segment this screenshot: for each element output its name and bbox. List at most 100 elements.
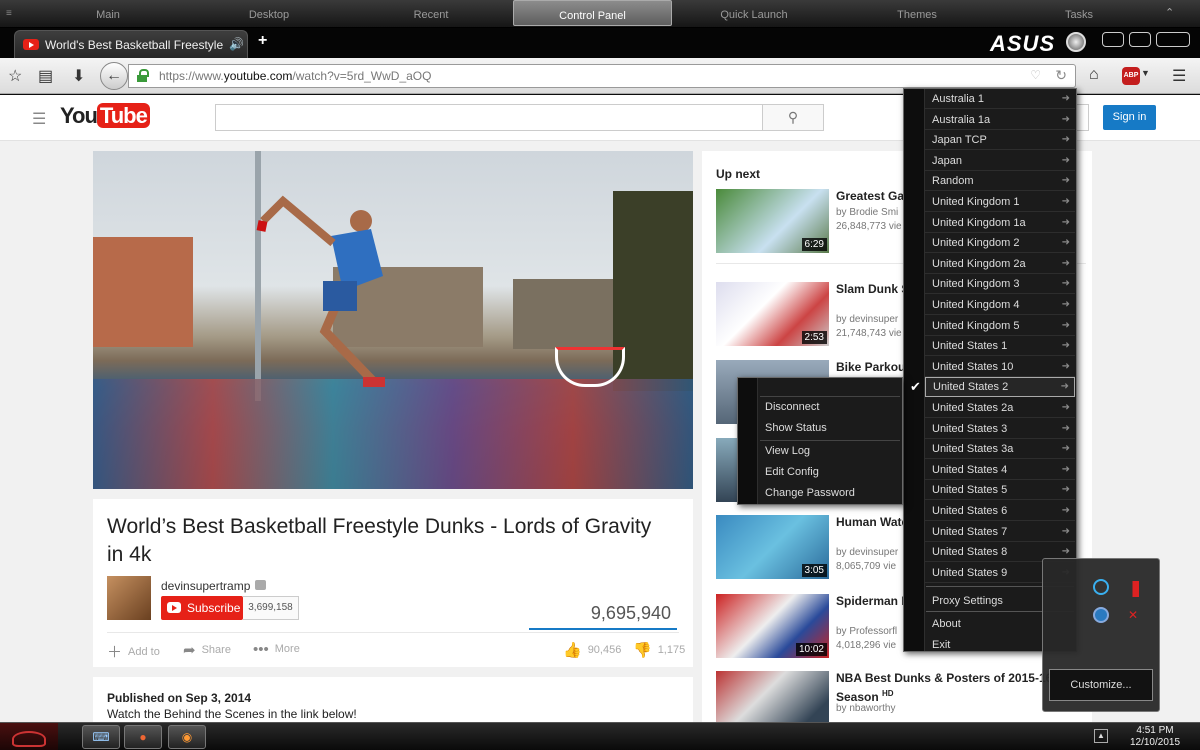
proxy-server-item[interactable]: United States 6 ➜ bbox=[925, 501, 1075, 521]
dislike-button[interactable]: 👎 1,175 bbox=[633, 641, 685, 659]
proxy-server-item[interactable]: United Kingdom 1a ➜ bbox=[925, 213, 1075, 233]
network-tray-icon[interactable] bbox=[1093, 607, 1109, 623]
reload-icon[interactable]: ↻ bbox=[1055, 67, 1067, 84]
related-video[interactable]: NBA Best Dunks & Posters of 2015-16 Seas… bbox=[716, 671, 1086, 722]
proxy-server-item[interactable]: United States 3a ➜ bbox=[925, 439, 1075, 460]
proxy-server-item[interactable]: Random ➜ bbox=[925, 171, 1075, 192]
search-icon: ⚲ bbox=[787, 109, 799, 125]
url-bar[interactable]: https://www.youtube.com/watch?v=5rd_WwD_… bbox=[128, 64, 1076, 88]
video-duration: 10:02 bbox=[795, 643, 827, 656]
proxy-server-item[interactable]: United Kingdom 2a ➜ bbox=[925, 254, 1075, 274]
submenu-arrow-icon: ➜ bbox=[1061, 175, 1070, 187]
proxy-server-item[interactable]: United States 5 ➜ bbox=[925, 480, 1075, 501]
proxy-server-label: United States 3 bbox=[932, 422, 1008, 435]
menu-item-disconnect[interactable]: Disconnect bbox=[765, 401, 819, 413]
share-button[interactable]: ➦ Share bbox=[183, 641, 231, 659]
proxy-server-item[interactable]: Australia 1a ➜ bbox=[925, 110, 1075, 130]
signal-bars-icon[interactable] bbox=[1123, 581, 1139, 597]
video-thumbnail[interactable]: 2:53 bbox=[716, 282, 829, 346]
proxy-server-item[interactable]: United Kingdom 5 ➜ bbox=[925, 316, 1075, 336]
like-button[interactable]: 👍 90,456 bbox=[563, 641, 621, 659]
dock-item-tasks[interactable]: Tasks bbox=[1000, 0, 1158, 27]
guide-menu-icon[interactable]: ☰ bbox=[32, 109, 46, 129]
dock-menu-icon[interactable]: ≡ bbox=[6, 8, 12, 19]
proxy-server-item[interactable]: United States 7 ➜ bbox=[925, 522, 1075, 542]
proxy-server-item[interactable]: United Kingdom 2 ➜ bbox=[925, 233, 1075, 254]
dock-item-quick-launch[interactable]: Quick Launch bbox=[675, 0, 833, 27]
menu-item-view-log[interactable]: View Log bbox=[765, 445, 810, 457]
more-button[interactable]: ••• More bbox=[253, 641, 300, 658]
video-title[interactable]: NBA Best Dunks & Posters of 2015-16 Seas… bbox=[836, 671, 1056, 705]
dock-item-desktop[interactable]: Desktop bbox=[190, 0, 348, 27]
bookmark-page-icon[interactable]: ♡ bbox=[1030, 68, 1041, 82]
submenu-arrow-icon: ➜ bbox=[1061, 237, 1070, 249]
browser-tab[interactable]: World's Best Basketball Freestyle D... 🔊 bbox=[14, 30, 248, 58]
video-thumbnail[interactable]: 3:05 bbox=[716, 515, 829, 579]
clock-time[interactable]: 4:51 PM bbox=[1120, 725, 1190, 736]
menu-icon[interactable]: ☰ bbox=[1172, 66, 1186, 86]
start-button[interactable] bbox=[0, 723, 58, 750]
new-tab-button[interactable]: + bbox=[258, 32, 267, 50]
back-button[interactable]: ← bbox=[100, 62, 128, 90]
reader-list-icon[interactable]: ▤ bbox=[38, 66, 53, 86]
download-icon[interactable]: ⬇ bbox=[72, 66, 85, 86]
muted-tray-icon[interactable]: ✕ bbox=[1125, 607, 1141, 623]
menu-item-edit-config[interactable]: Edit Config bbox=[765, 466, 819, 478]
proxy-server-item[interactable]: Japan ➜ bbox=[925, 151, 1075, 171]
abp-dropdown-icon[interactable]: ▼ bbox=[1141, 68, 1150, 78]
menu-item-change-password[interactable]: Change Password bbox=[765, 487, 855, 499]
taskbar-basketball-icon[interactable]: ● bbox=[124, 725, 162, 749]
menu-item-show-status[interactable]: Show Status bbox=[765, 422, 827, 434]
taskbar-firefox-icon[interactable]: ◉ bbox=[168, 725, 206, 749]
proxy-server-item[interactable]: United States 2 ➜ bbox=[925, 377, 1075, 398]
subscribe-button[interactable]: Subscribe bbox=[161, 596, 243, 620]
proxy-server-label: United Kingdom 3 bbox=[932, 278, 1020, 291]
submenu-arrow-icon: ➜ bbox=[1061, 340, 1070, 352]
youtube-logo[interactable]: You Tube bbox=[60, 103, 150, 131]
proxy-server-item[interactable]: United Kingdom 1 ➜ bbox=[925, 192, 1075, 212]
video-channel: by nbaworthy bbox=[836, 703, 896, 714]
proxy-server-item[interactable]: Australia 1 ➜ bbox=[925, 89, 1075, 109]
minimize-button[interactable] bbox=[1102, 32, 1124, 47]
connection-context-menu: Disconnect Show Status View Log Edit Con… bbox=[737, 377, 903, 505]
speaker-icon[interactable]: 🔊 bbox=[229, 37, 244, 51]
taskbar-keyboard-icon[interactable]: ⌨ bbox=[82, 725, 120, 749]
proxy-server-item[interactable]: United States 4 ➜ bbox=[925, 460, 1075, 480]
proxy-server-item[interactable]: United States 10 ➜ bbox=[925, 357, 1075, 377]
proxy-server-item[interactable]: United Kingdom 4 ➜ bbox=[925, 295, 1075, 315]
proxy-server-item[interactable]: United States 3 ➜ bbox=[925, 419, 1075, 439]
proxy-server-item[interactable]: United States 2a ➜ bbox=[925, 398, 1075, 418]
proxy-server-item[interactable]: United States 1 ➜ bbox=[925, 336, 1075, 357]
clock-date[interactable]: 12/10/2015 bbox=[1120, 737, 1190, 748]
dock-collapse-icon[interactable]: ⌃ bbox=[1165, 6, 1174, 19]
home-icon[interactable]: ⌂ bbox=[1089, 66, 1099, 84]
dock-item-main[interactable]: Main bbox=[30, 0, 186, 27]
dock-item-themes[interactable]: Themes bbox=[836, 0, 998, 27]
add-to-button[interactable]: ＋ Add to bbox=[107, 641, 160, 662]
ie-tray-icon[interactable] bbox=[1093, 579, 1109, 595]
video-thumbnail[interactable] bbox=[716, 671, 829, 722]
subscriber-count: 3,699,158 bbox=[243, 596, 299, 620]
search-button[interactable]: ⚲ bbox=[762, 104, 824, 131]
close-button[interactable] bbox=[1156, 32, 1190, 47]
video-thumbnail[interactable]: 6:29 bbox=[716, 189, 829, 253]
video-player[interactable] bbox=[93, 151, 693, 489]
adblock-plus-icon[interactable]: ABP bbox=[1122, 67, 1140, 85]
proxy-server-item[interactable]: Japan TCP ➜ bbox=[925, 130, 1075, 151]
maximize-button[interactable] bbox=[1129, 32, 1151, 47]
show-hidden-icons-button[interactable]: ▲ bbox=[1094, 729, 1108, 743]
submenu-arrow-icon: ➜ bbox=[1061, 216, 1070, 228]
proxy-server-item[interactable]: United Kingdom 3 ➜ bbox=[925, 274, 1075, 295]
sign-in-button[interactable]: Sign in bbox=[1103, 105, 1156, 130]
submenu-arrow-icon: ➜ bbox=[1061, 278, 1070, 290]
bookmark-star-icon[interactable]: ☆ bbox=[8, 66, 22, 86]
search-input[interactable] bbox=[215, 104, 763, 131]
customize-button[interactable]: Customize... bbox=[1049, 669, 1153, 701]
dock-item-recent[interactable]: Recent bbox=[352, 0, 510, 27]
dock-item-control-panel[interactable]: Control Panel bbox=[513, 0, 672, 26]
submenu-arrow-icon: ➜ bbox=[1061, 196, 1070, 207]
video-thumbnail[interactable]: 10:02 bbox=[716, 594, 829, 658]
url-text[interactable]: https://www.youtube.com/watch?v=5rd_WwD_… bbox=[159, 69, 431, 83]
channel-name[interactable]: devinsupertramp bbox=[161, 579, 250, 593]
channel-avatar[interactable] bbox=[107, 576, 151, 620]
